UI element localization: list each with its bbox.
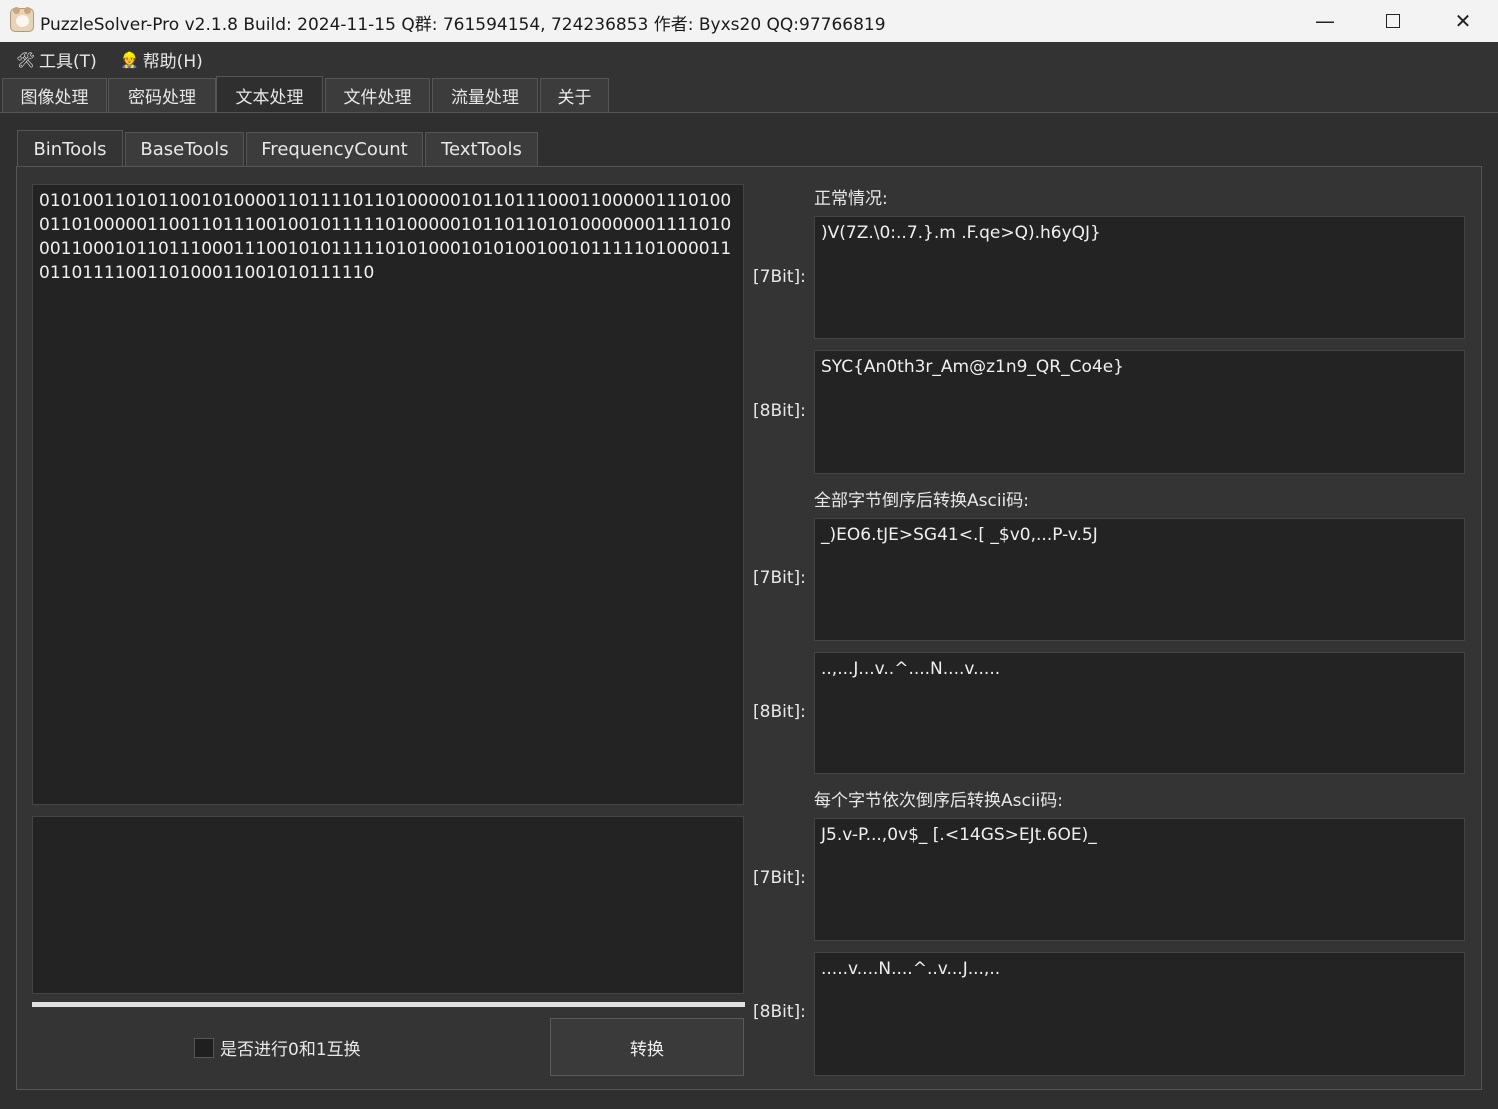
help-person-icon: 👷 [120,50,139,69]
normal-7bit-result[interactable]: )V(7Z.\0:..7.}.m .F.qe>Q).h6yQJ} [814,216,1465,339]
menu-bar: 🛠 工具(T) 👷 帮助(H) [0,42,1498,73]
output-textbox[interactable] [32,816,744,994]
tab-about[interactable]: 关于 [540,78,609,112]
minimize-button[interactable]: — [1290,0,1360,42]
tab-texttools[interactable]: TextTools [425,132,538,166]
menu-tools[interactable]: 🛠 工具(T) [16,47,97,73]
normal-7bit-label: [7Bit]: [753,267,806,287]
close-icon: ✕ [1454,9,1472,33]
reverse-all-7bit-label: [7Bit]: [753,568,806,588]
reverse-each-section-label: 每个字节依次倒序后转换Ascii码: [814,791,1064,811]
reverse-each-7bit-label: [7Bit]: [753,868,806,888]
normal-section-label: 正常情况: [814,189,888,209]
minimize-icon: — [1315,9,1335,33]
reverse-each-8bit-label: [8Bit]: [753,1002,806,1022]
swap-bits-checkbox[interactable] [194,1037,214,1058]
swap-bits-option[interactable]: 是否进行0和1互换 [194,1035,361,1060]
tab-traffic[interactable]: 流量处理 [432,78,538,112]
progress-bar [32,1002,745,1007]
app-icon [10,7,34,32]
maximize-button[interactable] [1358,0,1428,42]
tools-icon: 🛠 [16,50,36,69]
normal-8bit-result[interactable]: SYC{An0th3r_Am@z1n9_QR_Co4e} [814,350,1465,474]
reverse-all-8bit-label: [8Bit]: [753,702,806,722]
convert-button[interactable]: 转换 [550,1018,744,1076]
reverse-each-8bit-result[interactable]: .....v....N....^..v...J...,.. [814,952,1465,1076]
binary-input[interactable]: 0101001101011001010000110111101101000001… [32,184,744,805]
swap-bits-label: 是否进行0和1互换 [220,1040,361,1060]
reverse-all-section-label: 全部字节倒序后转换Ascii码: [814,491,1030,511]
tab-image[interactable]: 图像处理 [2,78,107,112]
reverse-each-7bit-result[interactable]: J5.v-P...,0v$_ [.<14GS>EJt.6OE)_ [814,818,1465,941]
title-bar: PuzzleSolver-Pro v2.1.8 Build: 2024-11-1… [0,0,1498,42]
tab-crypto[interactable]: 密码处理 [108,78,216,112]
tab-bintools[interactable]: BinTools [17,130,123,167]
tab-text[interactable]: 文本处理 [216,76,323,113]
normal-8bit-label: [8Bit]: [753,401,806,421]
tab-basetools[interactable]: BaseTools [125,132,244,166]
menu-help[interactable]: 👷 帮助(H) [120,47,203,73]
tab-file[interactable]: 文件处理 [325,78,430,112]
maximize-icon [1386,14,1400,28]
menu-help-label: 帮助(H) [142,52,203,72]
reverse-all-8bit-result[interactable]: ..,...J...v..^....N....v..... [814,652,1465,774]
reverse-all-7bit-result[interactable]: _)EO6.tJE>SG41<.[ _$v0,...P-v.5J [814,518,1465,641]
tab-frequencycount[interactable]: FrequencyCount [246,132,423,166]
menu-tools-label: 工具(T) [39,52,97,72]
window-title: PuzzleSolver-Pro v2.1.8 Build: 2024-11-1… [40,15,886,35]
close-button[interactable]: ✕ [1428,0,1498,42]
